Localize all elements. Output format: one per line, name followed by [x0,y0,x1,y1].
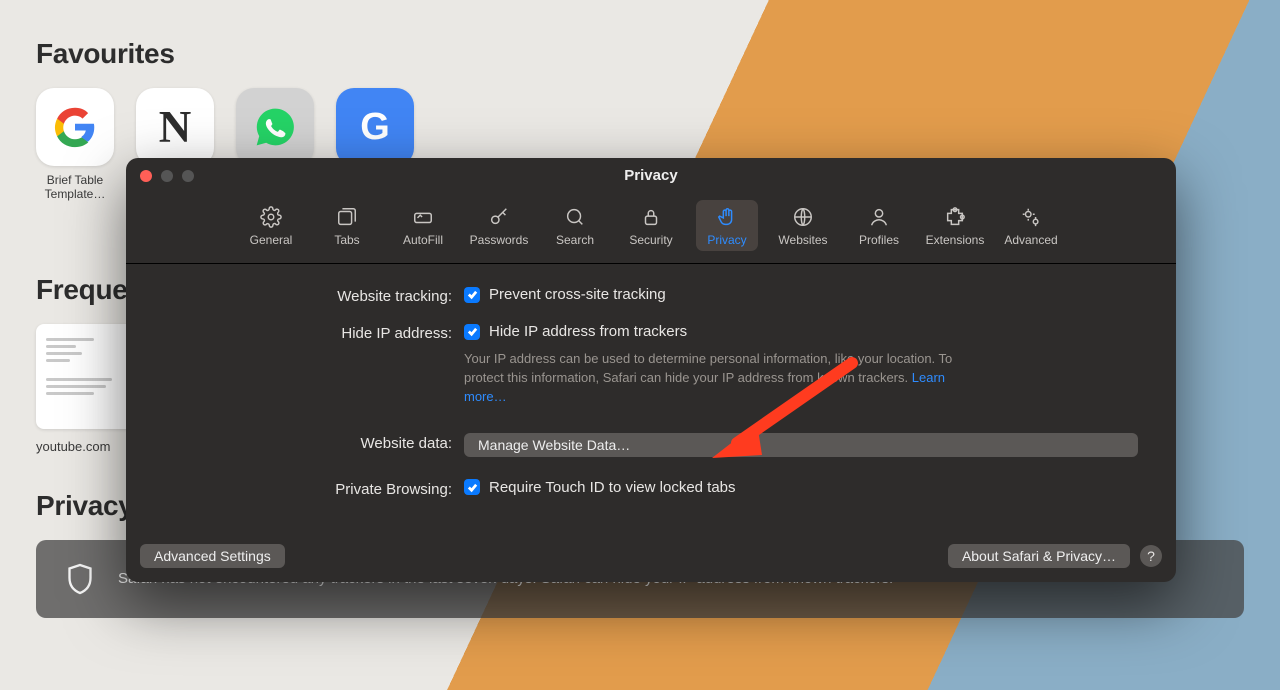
private-browsing-label: Private Browsing: [164,479,464,498]
minimize-button[interactable] [161,170,173,182]
tab-privacy[interactable]: Privacy [696,200,758,251]
help-button[interactable]: ? [1140,545,1162,567]
hand-icon [716,206,738,228]
tab-search[interactable]: Search [544,200,606,251]
tab-autofill[interactable]: AutoFill [392,200,454,251]
google-icon [36,88,114,166]
tabs-icon [336,206,358,228]
tab-security[interactable]: Security [620,200,682,251]
favourite-item[interactable]: Brief Table Template… [36,88,114,202]
close-button[interactable] [140,170,152,182]
prevent-tracking-checkbox[interactable] [464,287,480,303]
puzzle-icon [944,206,966,228]
tab-websites[interactable]: Websites [772,200,834,251]
tab-advanced[interactable]: Advanced [1000,200,1062,251]
hide-ip-label: Hide IP address: [164,323,464,342]
about-safari-privacy-button[interactable]: About Safari & Privacy… [948,544,1130,568]
gears-icon [1020,206,1042,228]
require-touchid-checkbox[interactable] [464,479,480,495]
window-title: Privacy [126,167,1176,184]
titlebar: Privacy [126,158,1176,194]
advanced-settings-button[interactable]: Advanced Settings [140,544,285,568]
hide-ip-help: Your IP address can be used to determine… [464,350,964,407]
lock-icon [640,206,662,228]
favourites-heading: Favourites [36,38,1244,70]
prefs-toolbar: General Tabs AutoFill Passwords Search S… [126,194,1176,264]
search-icon [564,206,586,228]
tab-tabs[interactable]: Tabs [316,200,378,251]
website-data-label: Website data: [164,433,464,452]
key-icon [488,206,510,228]
prevent-tracking-text: Prevent cross-site tracking [489,286,666,303]
globe-icon [792,206,814,228]
traffic-lights [140,170,194,182]
website-tracking-label: Website tracking: [164,286,464,305]
tab-general[interactable]: General [240,200,302,251]
whatsapp-icon [236,88,314,166]
require-touchid-text: Require Touch ID to view locked tabs [489,479,736,496]
favourite-label: Brief Table Template… [34,173,116,202]
tab-passwords[interactable]: Passwords [468,200,530,251]
tab-profiles[interactable]: Profiles [848,200,910,251]
notion-icon: N [136,88,214,166]
manage-website-data-button[interactable]: Manage Website Data… [464,433,1138,457]
generic-g-icon: G [336,88,414,166]
hide-ip-checkbox[interactable] [464,324,480,340]
person-icon [868,206,890,228]
tab-extensions[interactable]: Extensions [924,200,986,251]
gear-icon [260,206,282,228]
preferences-window: Privacy General Tabs AutoFill Passwords … [126,158,1176,582]
zoom-button[interactable] [182,170,194,182]
prefs-content: Website tracking: Prevent cross-site tra… [126,264,1176,498]
shield-icon [66,562,94,596]
pen-icon [412,206,434,228]
hide-ip-text: Hide IP address from trackers [489,323,687,340]
